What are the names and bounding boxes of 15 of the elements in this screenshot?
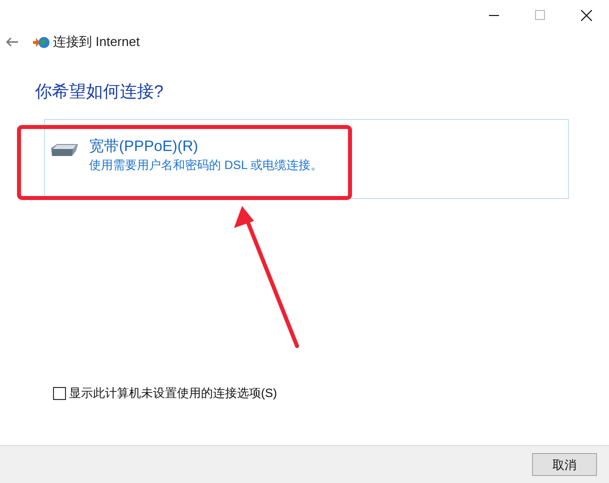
option-title: 宽带(PPPoE)(R) <box>89 138 200 156</box>
back-button[interactable] <box>5 35 19 49</box>
checkbox-label: 显示此计算机未设置使用的连接选项(S) <box>69 385 277 402</box>
modem-icon <box>49 143 80 158</box>
window-title: 连接到 Internet <box>53 33 140 52</box>
back-icon <box>6 37 18 47</box>
minimize-icon <box>489 14 499 16</box>
connection-option[interactable]: 宽带(PPPoE)(R) 使用需要用户名和密码的 DSL 或电缆连接。 <box>44 119 569 199</box>
option-description: 使用需要用户名和密码的 DSL 或电缆连接。 <box>89 157 323 173</box>
close-icon <box>580 10 592 20</box>
globe-icon <box>33 36 50 48</box>
heading: 你希望如何连接? <box>35 82 164 102</box>
checkbox[interactable] <box>53 386 66 400</box>
maximize-icon <box>535 10 545 20</box>
cancel-button[interactable]: 取消 <box>532 453 597 476</box>
